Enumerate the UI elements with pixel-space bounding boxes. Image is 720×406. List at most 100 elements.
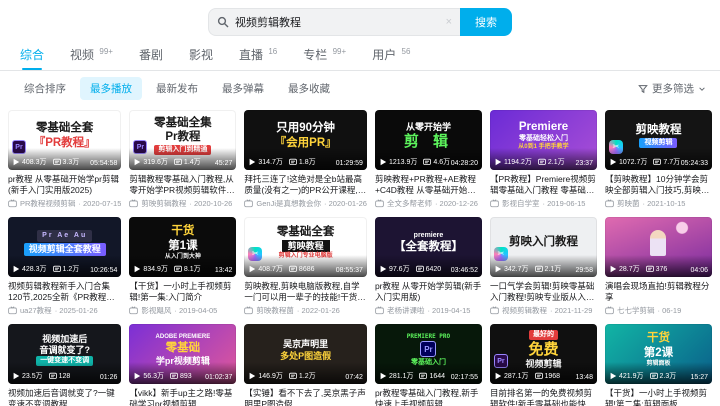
tab[interactable]: 专栏 99+ [303,46,346,70]
video-title[interactable]: 视频剪辑教程新手入门合集120节,2025全新《PR教程+AE教程+剪映教程》 [8,281,121,302]
video-title[interactable]: 【剪映教程】10分钟学会剪映全部剪辑入门技巧,剪映专业版从入门到精通 [605,174,712,195]
video-card[interactable]: 零基础全套剪映教程剪辑入门专业电脑版 408.7万 8686 08:55:37 … [244,217,367,316]
video-meta[interactable]: 剪映剪辑教程 2020-10-26 [129,198,236,209]
video-card[interactable]: ADOBE PREMIERE 零基础 学pr视频剪辑 56.3万 893 01:02… [129,324,237,406]
video-card[interactable]: 吴京声明里 多处P图造假 146.9万 1.2万 07:42 【实锤】看不下去了,… [244,324,367,406]
video-meta[interactable]: ua27教程 2025-01-26 [8,305,121,316]
search-box[interactable]: 视频剪辑教程 × [208,8,460,36]
video-thumbnail[interactable]: 从零开始学剪 辑 1213.9万 4.6万 04:28:20 [374,110,482,170]
video-card[interactable]: 零基础全集Pr教程剪辑入门到精通 Pr 319.6万 1.4万 45:27 剪辑… [129,110,237,209]
thumbnail-text: Pr [420,341,437,358]
video-meta[interactable]: 老杨讲课啦 2019-04-15 [375,305,482,316]
video-meta[interactable]: 七七学剪辑 06-19 [605,305,712,316]
video-title[interactable]: 一口气学会剪辑!剪映零基础入门教程!剪映专业版从入门到精通! [490,281,597,302]
uploader-name[interactable]: 剪映教程菌 [256,305,294,316]
video-title[interactable]: 【PR教程】Premiere视频剪辑零基础入门教程 零基础学视频剪辑必备 [490,174,597,195]
video-meta[interactable]: 视频剪辑教程 2021-11-29 [490,305,597,316]
video-thumbnail[interactable]: 零基础全集Pr教程剪辑入门到精通 Pr 319.6万 1.4万 45:27 [129,110,237,170]
video-title[interactable]: 【干货】一小时上手视频剪辑!第二集:剪辑面板 [605,388,712,406]
video-meta[interactable]: 全文多帮老师 2020-12-26 [375,198,482,209]
video-title[interactable]: 【干货】一小时上手视频剪辑!第一集:入门简介 [129,281,236,302]
video-thumbnail[interactable]: 零基础全套 『PR教程』 Pr 408.3万 3.3万 05:54:58 [8,110,122,170]
video-card[interactable]: 28.7万 376 04:06 演唱会现场直拍!剪辑教程分享 七七学剪辑 06-… [604,217,712,316]
video-title[interactable]: 剪辑教程零基础入门教程,从零开始学PR视频剪辑软件,全套新手入门剪辑 [129,174,236,195]
sort-option[interactable]: 综合排序 [14,77,76,100]
tab[interactable]: 影视 [189,46,213,70]
video-card[interactable]: 从零开始学剪 辑 1213.9万 4.6万 04:28:20 剪映教程+PR教程… [374,110,482,209]
uploader-name[interactable]: 视频剪辑教程 [502,305,547,316]
clear-search-icon[interactable]: × [446,16,452,28]
video-card[interactable]: Pr Ae Au 视频剪辑全套教程 428.3万 1.2万 10:26:54 视频… [8,217,122,316]
video-title[interactable]: 视频加速后音调就变了?一键变速不变调教程 [8,388,121,406]
more-filters-button[interactable]: 更多筛选 [638,81,706,96]
sort-option[interactable]: 最多播放 [80,77,142,100]
uploader-name[interactable]: ua27教程 [20,305,52,316]
tab[interactable]: 番剧 [139,46,163,70]
video-title[interactable]: 剪映教程,剪映电脑版教程,自学一门可以用一辈子的技能!干货分享 [244,281,367,302]
video-thumbnail[interactable]: Pr Ae Au 视频剪辑全套教程 428.3万 1.2万 10:26:54 [8,217,122,277]
video-card[interactable]: 只用90分钟 『会用PR』 314.7万 1.8万 01:29:59 拜托三连了!… [244,110,367,209]
video-thumbnail[interactable]: premiere 【全套教程】 97.6万 6420 03:46:52 [374,217,482,277]
video-thumbnail[interactable]: 剪映教程视频剪辑 1072.7万 7.7万 05:24:33 [604,110,712,170]
video-title[interactable]: pr教程零基础入门教程,新手快速上手视频剪辑 [375,388,482,406]
play-icon [249,372,256,380]
video-card[interactable]: 零基础全套 『PR教程』 Pr 408.3万 3.3万 05:54:58 pr教程… [8,110,122,209]
tab[interactable]: 综合 [20,46,44,70]
tab[interactable]: 用户 56 [372,46,410,70]
sort-option[interactable]: 最多弹幕 [212,77,274,100]
danmaku-icon [48,372,57,379]
danmaku-stat: 6420 [415,265,441,273]
uploader-name[interactable]: 老杨讲课啦 [387,305,425,316]
video-title[interactable]: pr教程 从零基础开始学pr剪辑(新手入门实用版2025) [8,174,121,195]
video-title[interactable]: 演唱会现场直拍!剪辑教程分享 [605,281,712,302]
video-meta[interactable]: 影视自学室 2019-06-15 [490,198,597,209]
video-card[interactable]: Premiere零基础轻松入门从0到1 手把手教学 1194.2万 2.1万 2… [489,110,597,209]
video-title[interactable]: 拜托三连了!这绝对是全b站最高质量(没有之一)的PR公开课程,剪辑 [244,174,367,195]
video-card[interactable]: 干货第1课从入门到大神 834.9万 8.1万 13:42 【干货】一小时上手视… [129,217,237,316]
video-thumbnail[interactable]: 视频加速后 音调就变了? 一键变速不变调 23.5万 128 01:26 [8,324,122,384]
video-card[interactable]: 剪映教程视频剪辑 1072.7万 7.7万 05:24:33 【剪映教程】10分… [604,110,712,209]
uploader-name[interactable]: 影视飓风 [141,305,171,316]
video-thumbnail[interactable]: 28.7万 376 04:06 [604,217,712,277]
video-title[interactable]: 剪映教程+PR教程+AE教程+C4D教程 从零基础开始学剪辑视频剪辑 [375,174,482,195]
video-card[interactable]: 最好的免费视频剪辑 Pr 287.1万 1968 13:48 目前排名第一的免费… [489,324,597,406]
uploader-name[interactable]: 影视自学室 [502,198,540,209]
video-meta[interactable]: 影视飓风 2019-04-05 [129,305,236,316]
tab[interactable]: 直播 16 [239,46,277,70]
video-card[interactable]: premiere 【全套教程】 97.6万 6420 03:46:52 pr教程 … [374,217,482,316]
video-thumbnail[interactable]: PREMIERE PROPr零基础入门 281.1万 1644 02:17:55 [374,324,482,384]
video-meta[interactable]: 剪映菌 2021-10-15 [605,198,712,209]
video-card[interactable]: 视频加速后 音调就变了? 一键变速不变调 23.5万 128 01:26 视频加速后… [8,324,122,406]
uploader-name[interactable]: 剪映菌 [617,198,640,209]
video-card[interactable]: 干货第2课剪辑面板 421.9万 2.3万 15:27 【干货】一小时上手视频剪… [604,324,712,406]
video-thumbnail[interactable]: Premiere零基础轻松入门从0到1 手把手教学 1194.2万 2.1万 2… [489,110,597,170]
video-thumbnail[interactable]: 干货第1课从入门到大神 834.9万 8.1万 13:42 [129,217,237,277]
sort-option[interactable]: 最多收藏 [278,77,340,100]
tab[interactable]: 视频 99+ [70,46,113,70]
video-meta[interactable]: GenJi是真想教会你 2020-01-26 [244,198,367,209]
video-title[interactable]: 【vikk】新手up主之路!零基础学习pr视频剪辑 [129,388,236,406]
video-thumbnail[interactable]: 吴京声明里 多处P图造假 146.9万 1.2万 07:42 [244,324,367,384]
video-meta[interactable]: 剪映教程菌 2022-01-26 [244,305,367,316]
uploader-name[interactable]: PR教程视频剪辑 [20,198,75,209]
video-title[interactable]: 【实锤】看不下去了,吴京黑子声明里P图造假 [244,388,367,406]
sort-option[interactable]: 最新发布 [146,77,208,100]
uploader-name[interactable]: 七七学剪辑 [617,305,655,316]
video-card[interactable]: PREMIERE PROPr零基础入门 281.1万 1644 02:17:55… [374,324,482,406]
uploader-name[interactable]: 全文多帮老师 [387,198,432,209]
video-meta[interactable]: PR教程视频剪辑 2020-07-15 [8,198,121,209]
video-card[interactable]: 剪映入门教程 342.7万 2.1万 29:58 一口气学会剪辑!剪映零基础入门… [489,217,597,316]
uploader-name[interactable]: 剪映剪辑教程 [141,198,186,209]
video-title[interactable]: pr教程 从零开始学剪辑(新手入门实用版) [375,281,482,302]
views-stat: 319.6万 [133,157,168,167]
search-button[interactable]: 搜索 [460,8,512,36]
search-input[interactable]: 视频剪辑教程 [235,14,440,30]
video-thumbnail[interactable]: 干货第2课剪辑面板 421.9万 2.3万 15:27 [604,324,712,384]
video-title[interactable]: 目前排名第一的免费视频剪辑软件!新手零基础也能快速学习! [490,388,597,406]
video-thumbnail[interactable]: 零基础全套剪映教程剪辑入门专业电脑版 408.7万 8686 08:55:37 [244,217,367,277]
video-thumbnail[interactable]: 只用90分钟 『会用PR』 314.7万 1.8万 01:29:59 [244,110,367,170]
uploader-name[interactable]: GenJi是真想教会你 [256,198,321,209]
video-thumbnail[interactable]: 剪映入门教程 342.7万 2.1万 29:58 [489,217,597,277]
video-thumbnail[interactable]: ADOBE PREMIERE 零基础 学pr视频剪辑 56.3万 893 01:02… [129,324,237,384]
video-thumbnail[interactable]: 最好的免费视频剪辑 Pr 287.1万 1968 13:48 [489,324,597,384]
